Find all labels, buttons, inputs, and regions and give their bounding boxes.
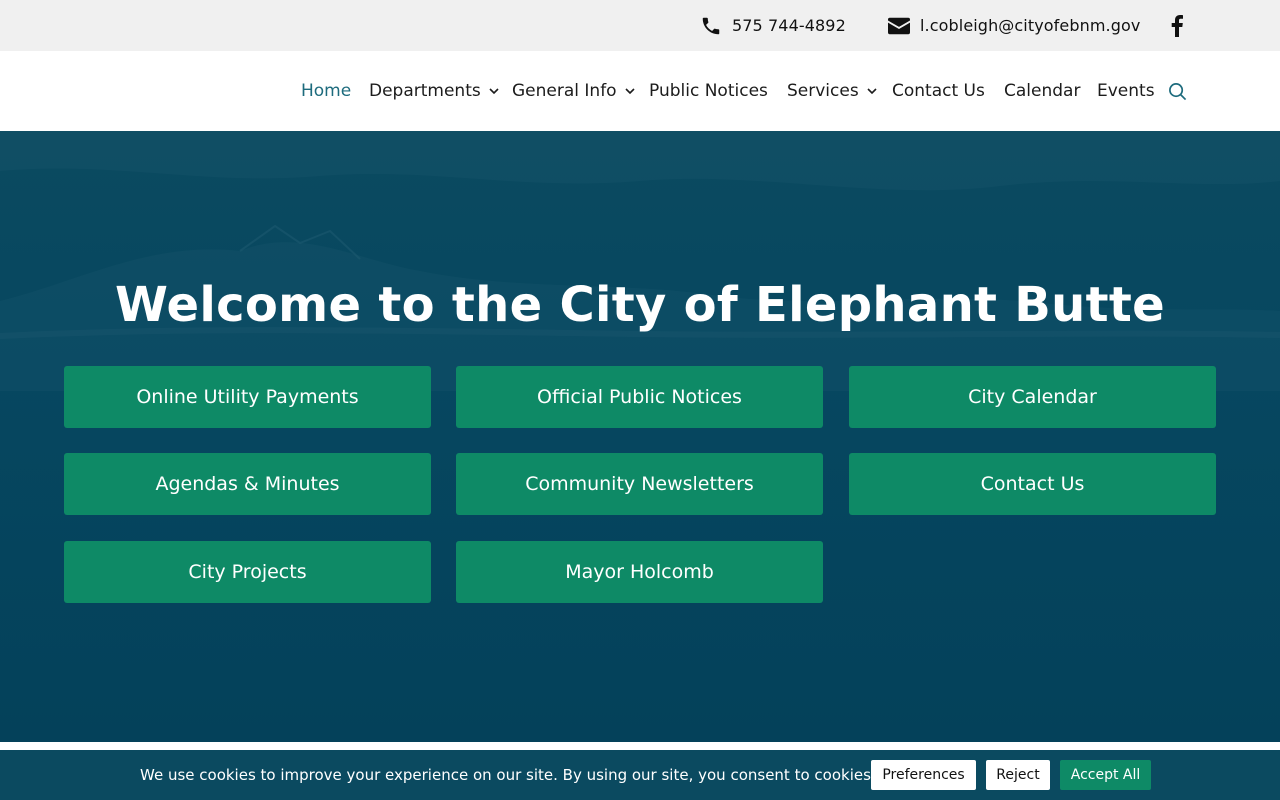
chevron-down-icon <box>489 88 499 95</box>
cookie-message: We use cookies to improve your experienc… <box>140 766 876 784</box>
chevron-down-icon <box>867 88 877 95</box>
hero-section: Welcome to the City of Elephant Butte On… <box>0 131 1280 742</box>
city-calendar-button[interactable]: City Calendar <box>849 366 1216 428</box>
facebook-link[interactable] <box>1168 0 1186 51</box>
nav-public-notices[interactable]: Public Notices <box>649 51 768 131</box>
nav-home-label: Home <box>301 81 352 101</box>
nav-departments[interactable]: Departments <box>369 51 500 131</box>
online-utility-payments-button[interactable]: Online Utility Payments <box>64 366 431 428</box>
nav-public-notices-label: Public Notices <box>649 81 768 101</box>
chevron-down-icon <box>625 88 635 95</box>
community-newsletters-button[interactable]: Community Newsletters <box>456 453 823 515</box>
nav-departments-label: Departments <box>369 81 481 101</box>
page-title: Welcome to the City of Elephant Butte <box>114 277 1165 333</box>
main-navigation: Home Departments General Info Public Not… <box>0 51 1280 131</box>
agendas-minutes-button[interactable]: Agendas & Minutes <box>64 453 431 515</box>
cookie-reject-button[interactable]: Reject <box>986 760 1050 790</box>
search-button[interactable] <box>1168 51 1187 131</box>
city-projects-button[interactable]: City Projects <box>64 541 431 603</box>
phone-number: 575 744-4892 <box>732 16 846 35</box>
nav-services[interactable]: Services <box>787 51 878 131</box>
official-public-notices-button[interactable]: Official Public Notices <box>456 366 823 428</box>
nav-services-label: Services <box>787 81 859 101</box>
nav-contact-us[interactable]: Contact Us <box>892 51 985 131</box>
cookie-banner: We use cookies to improve your experienc… <box>0 750 1280 800</box>
nav-calendar[interactable]: Calendar <box>1004 51 1080 131</box>
nav-contact-us-label: Contact Us <box>892 81 985 101</box>
contact-us-button[interactable]: Contact Us <box>849 453 1216 515</box>
nav-events-label: Events <box>1097 81 1155 101</box>
search-icon <box>1169 82 1187 100</box>
nav-general-info-label: General Info <box>512 81 617 101</box>
mountain-background-image <box>0 131 1280 391</box>
envelope-icon <box>888 17 910 35</box>
divider <box>0 742 1280 750</box>
nav-calendar-label: Calendar <box>1004 81 1081 101</box>
mayor-holcomb-button[interactable]: Mayor Holcomb <box>456 541 823 603</box>
nav-home[interactable]: Home <box>301 51 351 131</box>
email-link[interactable]: l.cobleigh@cityofebnm.gov <box>888 0 1140 51</box>
cookie-accept-all-button[interactable]: Accept All <box>1060 760 1151 790</box>
phone-link[interactable]: 575 744-4892 <box>700 0 846 51</box>
phone-icon <box>700 15 722 37</box>
facebook-icon <box>1168 14 1186 37</box>
nav-events[interactable]: Events <box>1097 51 1155 131</box>
top-contact-bar: 575 744-4892 l.cobleigh@cityofebnm.gov <box>0 0 1280 51</box>
cookie-preferences-button[interactable]: Preferences <box>871 760 976 790</box>
nav-general-info[interactable]: General Info <box>512 51 636 131</box>
email-address: l.cobleigh@cityofebnm.gov <box>920 16 1141 35</box>
